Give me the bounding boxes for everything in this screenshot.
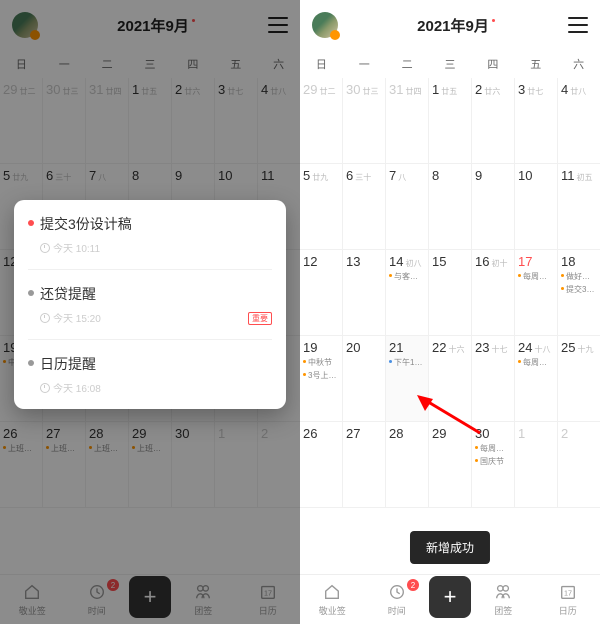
reminder-item[interactable]: 提交3份设计稿今天 10:11 xyxy=(28,200,272,270)
reminder-popup: 提交3份设计稿今天 10:11还贷提醒今天 15:20重要日历提醒今天 16:0… xyxy=(14,200,286,409)
calendar-cell[interactable]: 26 xyxy=(300,422,343,508)
weekday-row-right: 日一二三四五六 xyxy=(300,50,600,78)
calendar-cell[interactable]: 24十八每周五提… xyxy=(515,336,558,422)
calendar-cell[interactable]: 14初八与客户对… xyxy=(386,250,429,336)
reminder-time: 今天 16:08 xyxy=(28,380,272,395)
calendar-cell[interactable]: 2廿六 xyxy=(472,78,515,164)
important-tag: 重要 xyxy=(248,312,272,325)
calendar-cell[interactable]: 27 xyxy=(343,422,386,508)
calendar-cell[interactable]: 30每周五提…国庆节 xyxy=(472,422,515,508)
calendar-cell[interactable]: 29廿二 xyxy=(300,78,343,164)
calendar-cell[interactable]: 4廿八 xyxy=(558,78,600,164)
left-pane: 2021年9月 日一二三四五六 29廿二30廿三31廿四1廿五2廿六3廿七4廿八… xyxy=(0,0,300,624)
clock-icon xyxy=(40,313,50,323)
right-pane: 2021年9月 日一二三四五六 29廿二30廿三31廿四1廿五2廿六3廿七4廿八… xyxy=(300,0,600,624)
reminder-time: 今天 15:20 xyxy=(28,310,272,325)
toast: 新增成功 xyxy=(410,531,490,564)
calendar-cell[interactable]: 19中秋节3号上午… xyxy=(300,336,343,422)
calendar-cell[interactable]: 13 xyxy=(343,250,386,336)
tab-label: 敬业签 xyxy=(319,604,346,617)
menu-icon[interactable] xyxy=(568,17,588,33)
tab-home[interactable]: 敬业签 xyxy=(300,582,365,617)
calendar-cell[interactable]: 23十七 xyxy=(472,336,515,422)
weekday-label: 四 xyxy=(471,56,514,72)
calendar-cell[interactable]: 2 xyxy=(558,422,600,508)
calendar-cell[interactable]: 21下午10… xyxy=(386,336,429,422)
weekday-label: 三 xyxy=(429,56,472,72)
clock-icon xyxy=(387,582,407,602)
calendar-cell[interactable]: 3廿七 xyxy=(515,78,558,164)
calendar-cell[interactable]: 30廿三 xyxy=(343,78,386,164)
calendar-cell[interactable]: 5廿九 xyxy=(300,164,343,250)
calendar-cell[interactable]: 12 xyxy=(300,250,343,336)
calendar-cell[interactable]: 6三十 xyxy=(343,164,386,250)
weekday-label: 日 xyxy=(300,56,343,72)
reminder-item[interactable]: 还贷提醒今天 15:20重要 xyxy=(28,270,272,340)
weekday-label: 五 xyxy=(514,56,557,72)
calendar-cell[interactable]: 7八 xyxy=(386,164,429,250)
calendar-cell[interactable]: 1廿五 xyxy=(429,78,472,164)
tab-label: 团签 xyxy=(494,604,512,617)
clock-icon xyxy=(40,383,50,393)
reminder-item[interactable]: 日历提醒今天 16:08 xyxy=(28,340,272,409)
clock-icon xyxy=(40,243,50,253)
calendar-cell[interactable]: 25十九 xyxy=(558,336,600,422)
page-title[interactable]: 2021年9月 xyxy=(417,15,489,36)
calendar-cell[interactable]: 20 xyxy=(343,336,386,422)
calendar-cell[interactable]: 11初五 xyxy=(558,164,600,250)
header: 2021年9月 xyxy=(300,0,600,50)
calendar-cell[interactable]: 28 xyxy=(386,422,429,508)
reminder-title: 提交3份设计稿 xyxy=(28,214,272,234)
calendar-cell[interactable]: 1 xyxy=(515,422,558,508)
add-button[interactable]: + xyxy=(429,576,471,618)
team-icon xyxy=(493,582,513,602)
calendar-cell[interactable]: 18做好预习…提交3份… xyxy=(558,250,600,336)
badge: 2 xyxy=(407,579,419,591)
calendar-cell[interactable]: 31廿四 xyxy=(386,78,429,164)
reminder-time: 今天 10:11 xyxy=(28,240,272,255)
calendar-grid-right: 29廿二30廿三31廿四1廿五2廿六3廿七4廿八 5廿九6三十7八891011初五… xyxy=(300,78,600,508)
tab-label: 日历 xyxy=(559,604,577,617)
calendar-icon: 17 xyxy=(558,582,578,602)
reminder-title: 还贷提醒 xyxy=(28,284,272,304)
avatar[interactable] xyxy=(312,12,338,38)
calendar-cell[interactable]: 10 xyxy=(515,164,558,250)
calendar-cell[interactable]: 22十六 xyxy=(429,336,472,422)
tab-calendar[interactable]: 17 日历 xyxy=(536,582,600,617)
calendar-cell[interactable]: 16初十 xyxy=(472,250,515,336)
home-icon xyxy=(322,582,342,602)
tab-label: 时间 xyxy=(388,604,406,617)
tab-team[interactable]: 团签 xyxy=(471,582,536,617)
weekday-label: 二 xyxy=(386,56,429,72)
reminder-title: 日历提醒 xyxy=(28,354,272,374)
svg-text:17: 17 xyxy=(564,589,572,598)
calendar-cell[interactable]: 9 xyxy=(472,164,515,250)
calendar-cell[interactable]: 17每周五提… xyxy=(515,250,558,336)
calendar-cell[interactable]: 8 xyxy=(429,164,472,250)
tabbar-right: 敬业签 时间 2 + 团签 17 日历 xyxy=(300,574,600,624)
calendar-cell[interactable]: 15 xyxy=(429,250,472,336)
weekday-label: 六 xyxy=(557,56,600,72)
weekday-label: 一 xyxy=(343,56,386,72)
tab-clock[interactable]: 时间 2 xyxy=(365,582,430,617)
calendar-cell[interactable]: 29 xyxy=(429,422,472,508)
